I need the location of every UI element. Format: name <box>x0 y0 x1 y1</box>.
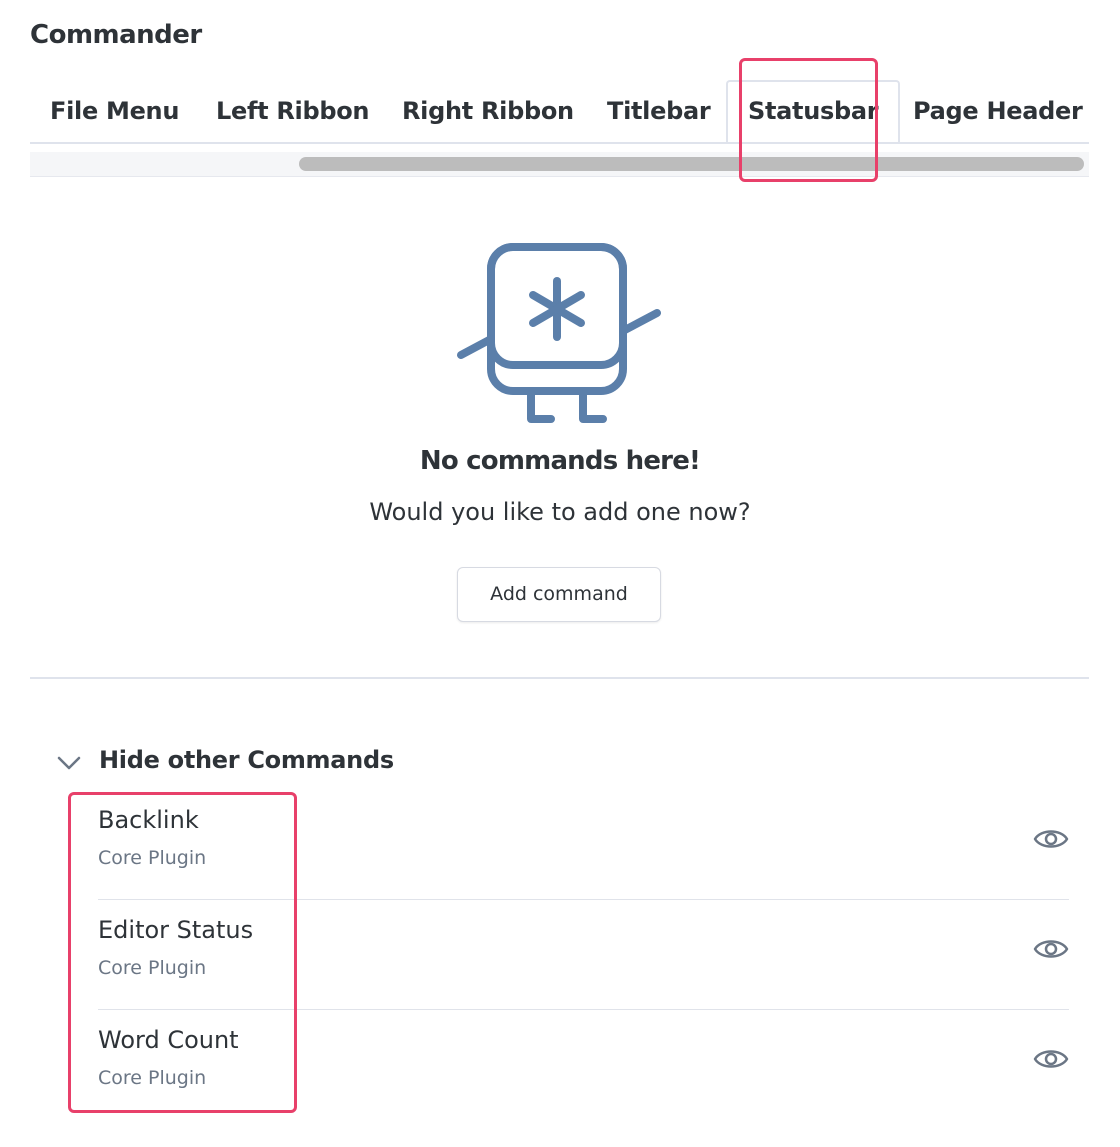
chevron-down-icon <box>57 756 81 770</box>
eye-icon[interactable] <box>1033 935 1069 963</box>
empty-state-subtitle: Would you like to add one now? <box>369 498 751 526</box>
hide-other-commands-label: Hide other Commands <box>99 746 394 774</box>
tab-file-menu[interactable]: File Menu <box>50 80 179 142</box>
tab-statusbar[interactable]: Statusbar <box>726 80 901 142</box>
command-name: Editor Status <box>98 916 254 944</box>
list-item: Word Count Core Plugin <box>98 1010 1069 1119</box>
empty-state-title: No commands here! <box>419 446 701 476</box>
command-name: Word Count <box>98 1026 239 1054</box>
tab-bar: File Menu Left Ribbon Right Ribbon Title… <box>30 80 1089 144</box>
tab-scrollbar-thumb[interactable] <box>299 157 1084 171</box>
list-item: Backlink Core Plugin <box>98 790 1069 900</box>
command-name: Backlink <box>98 806 199 834</box>
tabs-divider <box>30 142 1089 144</box>
section-divider <box>30 677 1089 679</box>
tab-titlebar[interactable]: Titlebar <box>607 80 711 142</box>
eye-icon[interactable] <box>1033 1045 1069 1073</box>
hide-other-commands-toggle[interactable]: Hide other Commands <box>55 740 394 780</box>
add-command-button[interactable]: Add command <box>457 567 661 622</box>
command-source: Core Plugin <box>98 957 207 979</box>
list-item: Editor Status Core Plugin <box>98 900 1069 1010</box>
tab-right-ribbon[interactable]: Right Ribbon <box>402 80 574 142</box>
tab-left-ribbon[interactable]: Left Ribbon <box>216 80 369 142</box>
page-title: Commander <box>30 20 202 50</box>
asterisk-mascot-icon <box>457 243 661 423</box>
other-commands-list: Backlink Core Plugin Editor Status Core … <box>98 790 1069 1119</box>
command-source: Core Plugin <box>98 847 207 869</box>
command-source: Core Plugin <box>98 1067 207 1089</box>
eye-icon[interactable] <box>1033 825 1069 853</box>
tab-page-header[interactable]: Page Header <box>913 80 1083 142</box>
